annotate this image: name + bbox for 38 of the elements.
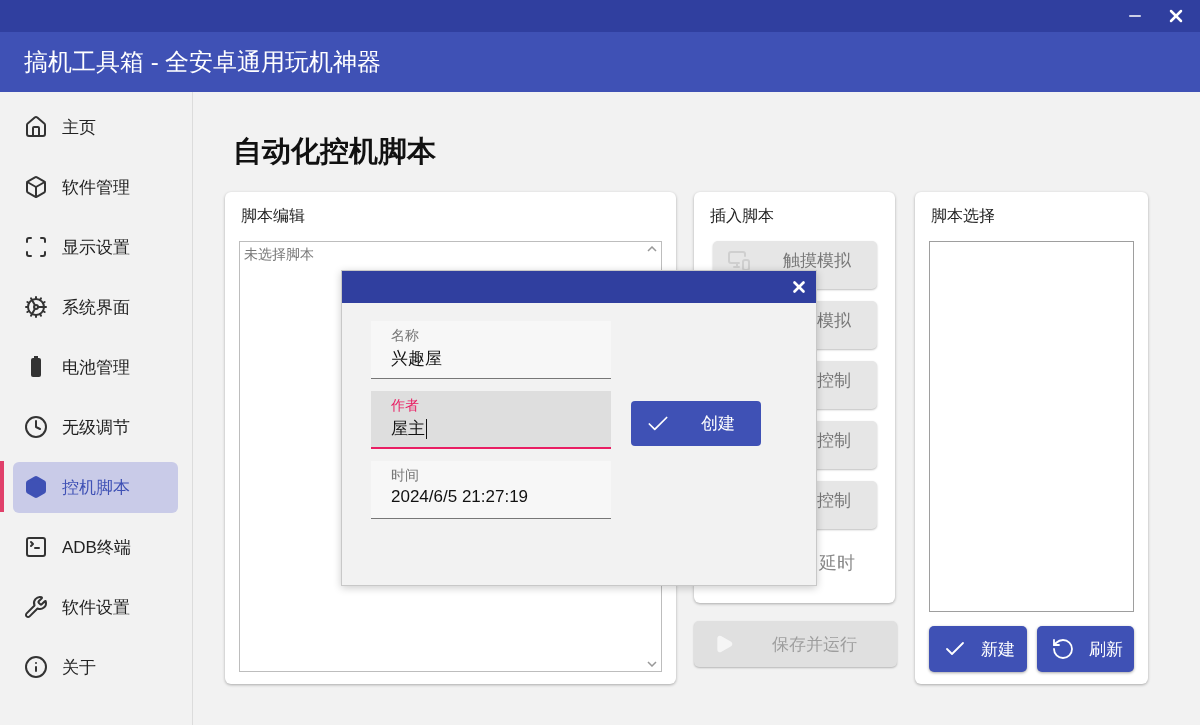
terminal-icon — [24, 535, 48, 559]
sidebar-item[interactable]: 控机脚本 — [13, 461, 178, 513]
refresh-icon — [1050, 637, 1075, 661]
window-title: 搞机工具箱 - 全安卓通用玩机神器 — [24, 47, 382, 77]
text-cursor — [426, 418, 427, 439]
sidebar-item[interactable]: 主页 — [13, 101, 178, 153]
sidebar-item[interactable]: 系统界面 — [13, 281, 178, 333]
sidebar-item[interactable]: 软件设置 — [13, 581, 178, 633]
create-button[interactable]: 创建 — [631, 401, 761, 446]
card-title: 脚本编辑 — [241, 206, 306, 226]
close-icon[interactable] — [790, 278, 808, 296]
input-field[interactable]: 时间 2024/6/5 21:27:19 — [371, 461, 611, 519]
sidebar-item[interactable]: 无级调节 — [13, 401, 178, 453]
card-title: 脚本选择 — [931, 206, 996, 226]
screen-frame-icon — [24, 235, 48, 259]
scroll-down-icon[interactable] — [647, 661, 657, 667]
input-field[interactable]: 作者 屋主 — [371, 391, 611, 449]
page-title: 自动化控机脚本 — [233, 134, 437, 169]
action-button[interactable]: 新建 — [929, 626, 1027, 672]
sidebar-item[interactable]: 显示设置 — [13, 221, 178, 273]
clock-icon — [24, 415, 48, 439]
wrench-icon — [24, 595, 48, 619]
selection-indicator — [0, 461, 4, 512]
sidebar-item[interactable]: ADB终端 — [13, 521, 178, 573]
home-icon — [24, 115, 48, 139]
input-field[interactable]: 名称 兴趣屋 — [371, 321, 611, 379]
card-title: 插入脚本 — [710, 206, 775, 226]
placeholder-text: 未选择脚本 — [244, 246, 314, 264]
sidebar-item[interactable]: 软件管理 — [13, 161, 178, 213]
hexagon-icon — [24, 475, 48, 499]
scroll-up-icon[interactable] — [647, 246, 657, 252]
info-icon — [24, 655, 48, 679]
box-icon — [24, 175, 48, 199]
sidebar-item[interactable]: 电池管理 — [13, 341, 178, 393]
action-button[interactable]: 刷新 — [1036, 626, 1134, 672]
option-label: 延时 — [819, 552, 856, 575]
sidebar-item[interactable]: 关于 — [13, 641, 178, 693]
gear-icon — [24, 295, 48, 319]
